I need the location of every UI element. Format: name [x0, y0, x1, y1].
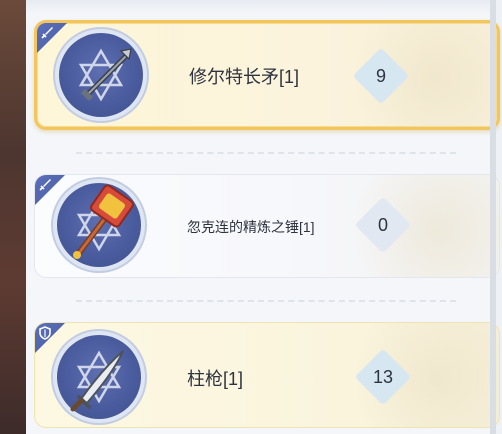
- shield-icon: [39, 326, 51, 340]
- item-name: 柱枪[1]: [187, 369, 244, 389]
- spear-icon: [81, 48, 132, 101]
- scrollbar[interactable]: [490, 0, 496, 434]
- item-card-2[interactable]: 忽克连的精炼之锤[1] 0: [34, 174, 500, 278]
- item-icon-orb: [57, 183, 141, 267]
- item-count: 0: [354, 196, 412, 254]
- divider: [76, 152, 456, 154]
- item-icon-orb: [59, 33, 143, 117]
- item-icon-orb: [57, 335, 141, 419]
- hammer-icon: [73, 184, 134, 259]
- divider: [76, 300, 456, 302]
- item-name: 修尔特长矛[1]: [189, 67, 300, 87]
- game-background: [0, 0, 26, 434]
- item-list-panel: 修尔特长矛[1] 9 忽克连的精炼之锤[1] 0 柱枪[1] 13: [26, 0, 500, 434]
- sword-icon: [41, 27, 53, 39]
- item-count: 13: [354, 348, 412, 406]
- item-count: 9: [352, 47, 410, 105]
- blade-icon: [70, 350, 124, 412]
- item-name: 忽克连的精炼之锤[1]: [187, 219, 315, 235]
- sword-icon: [39, 179, 51, 191]
- item-card-3[interactable]: 柱枪[1] 13: [34, 322, 500, 428]
- item-card-1[interactable]: 修尔特长矛[1] 9: [34, 20, 500, 130]
